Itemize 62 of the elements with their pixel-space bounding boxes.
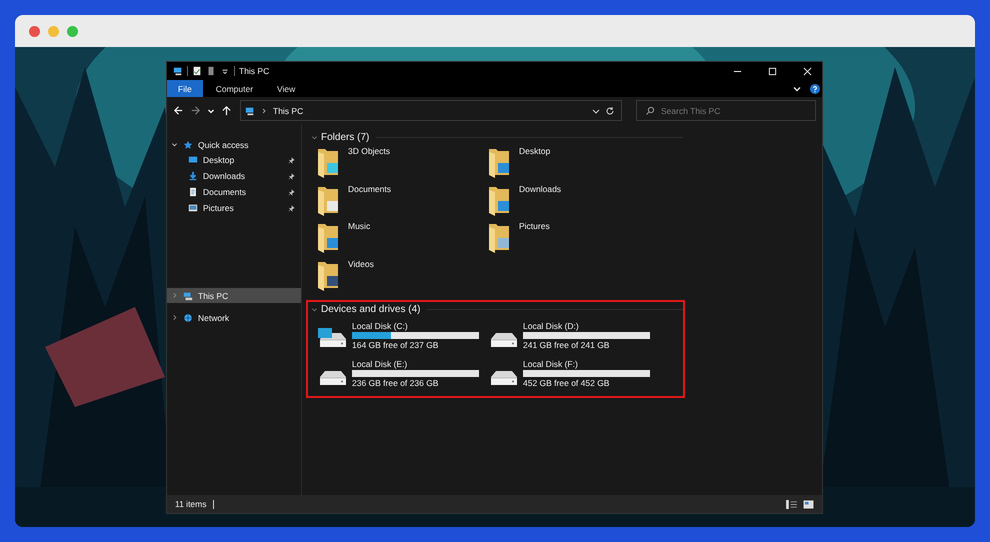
window-control-dot[interactable] [29,26,40,36]
back-icon[interactable] [173,105,184,116]
nav-item[interactable]: Desktop [167,152,301,168]
window-control-dot[interactable] [67,26,78,36]
chevron-icon[interactable] [171,141,178,148]
drive-name: Local Disk (C:) [352,320,409,330]
pin-icon[interactable] [288,156,295,164]
search-input[interactable]: Search This PC [661,106,791,116]
drive-name: Local Disk (E:) [352,358,408,368]
drive-name: Local Disk (F:) [523,358,579,368]
details-view-icon[interactable] [786,500,797,508]
folder-item[interactable]: Music [316,219,487,256]
computer-icon[interactable] [173,66,183,76]
free-space-text: 452 GB free of 452 GB [523,378,610,388]
nav-item[interactable]: Pictures [167,200,301,216]
search-field[interactable]: Search This PC [636,100,816,121]
forward-icon[interactable] [190,105,201,116]
nav-item[interactable]: This PC [167,288,301,303]
tiles-view-icon[interactable] [803,500,814,508]
folder-item[interactable]: Downloads [487,182,658,219]
desktop-icon [188,155,198,165]
chevron-icon[interactable] [207,106,215,114]
folder-item[interactable]: Documents [316,182,487,219]
search-icon[interactable] [645,106,655,116]
download-icon [188,171,198,181]
document-icon [188,187,198,197]
folder-item[interactable]: Desktop [487,144,658,182]
address-text: This PC [273,106,304,116]
pin-icon[interactable] [288,204,295,212]
item-count: 11 items [175,499,206,509]
drive-name: Local Disk (D:) [523,320,580,330]
ribbon-tab[interactable]: File [167,80,203,97]
folder-item[interactable]: Pictures [487,219,658,256]
section-header[interactable]: Folders (7) [321,132,370,142]
help-icon[interactable] [810,84,820,94]
nav-item[interactable]: Documents [167,184,301,200]
free-space-text: 236 GB free of 236 GB [352,378,440,388]
pin-icon[interactable] [288,188,295,196]
folder-item[interactable]: Videos [316,256,487,294]
folder-item[interactable]: 3D Objects [316,144,487,182]
properties-icon[interactable] [192,66,202,76]
window-control-dot[interactable] [48,26,59,36]
nav-item[interactable]: Downloads [167,168,301,184]
pin-icon[interactable] [288,172,295,180]
computer-icon [245,106,255,116]
free-space-text: 241 GB free of 241 GB [523,340,610,350]
maximize-icon[interactable] [768,66,777,76]
nav-item[interactable]: Network [167,310,301,325]
close-icon[interactable] [803,66,812,76]
ribbon-tab[interactable]: View [266,80,306,97]
section-header[interactable]: Devices and drives (4) [321,304,420,314]
address-bar[interactable]: This PC [240,100,622,121]
ribbon-tab[interactable]: Computer [204,80,264,97]
window-title: This PC [239,66,270,76]
picture-icon [188,203,198,213]
star-icon [183,140,193,150]
up-icon[interactable] [221,105,232,116]
refresh-icon[interactable] [605,106,615,116]
free-space-text: 164 GB free of 237 GB [352,340,440,350]
nav-item[interactable]: Quick access [167,137,301,152]
globe-icon [183,312,193,322]
computer-icon [183,290,193,300]
